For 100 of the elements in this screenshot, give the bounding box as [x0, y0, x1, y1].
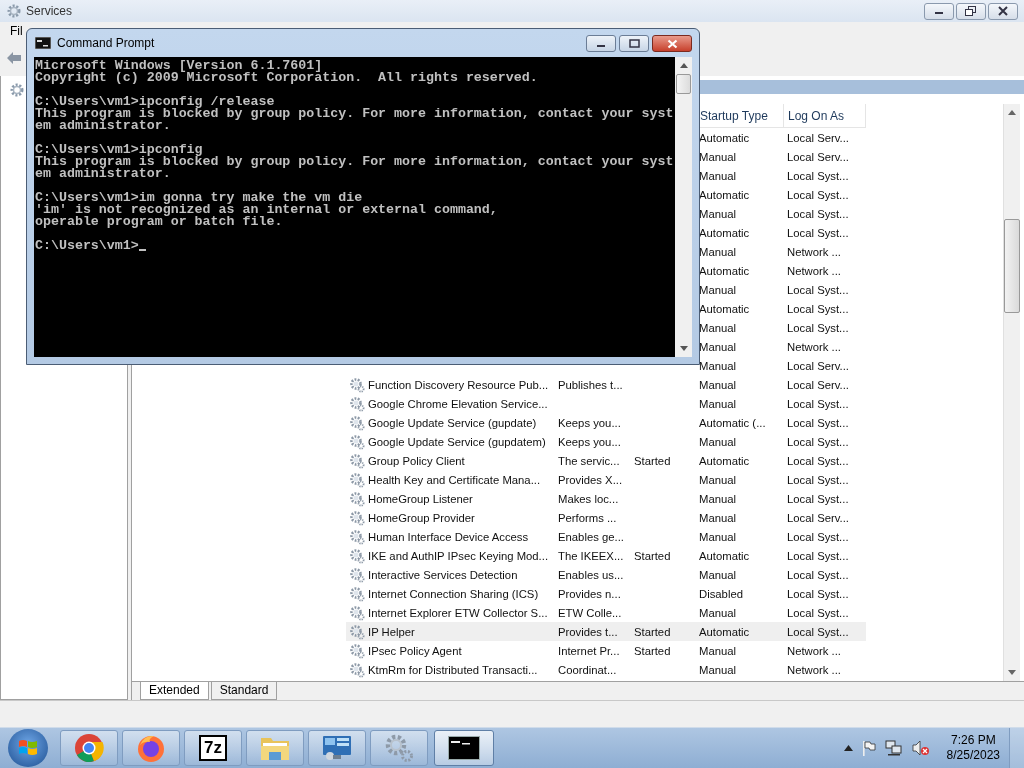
network-icon[interactable]: [884, 740, 903, 756]
service-description: Performs ...: [558, 511, 617, 524]
scroll-thumb[interactable]: [676, 74, 691, 94]
service-description: Provides X...: [558, 473, 623, 486]
view-tab[interactable]: Standard: [210, 682, 278, 701]
log-on-as: Local Syst...: [787, 587, 849, 600]
log-on-as: Network ...: [787, 663, 841, 676]
maximize-button[interactable]: [619, 35, 649, 52]
service-name: Google Update Service (gupdate): [368, 416, 537, 429]
console-line: C:\Users\vm1>: [35, 240, 139, 252]
log-on-as: Local Syst...: [787, 207, 849, 220]
log-on-as: Local Syst...: [787, 188, 849, 201]
console-line: 'im' is not recognized as an internal or external command,: [35, 204, 498, 216]
log-on-as: Local Syst...: [787, 321, 849, 334]
text-cursor: [138, 249, 146, 251]
service-description: The servic...: [558, 454, 620, 467]
log-on-as: Local Serv...: [787, 359, 849, 372]
startup-type: Manual: [699, 606, 737, 619]
volume-muted-icon[interactable]: [911, 740, 930, 756]
log-on-as: Local Syst...: [787, 416, 849, 429]
gear-icon: [349, 604, 365, 621]
start-button[interactable]: [8, 729, 48, 767]
scroll-down-icon[interactable]: [679, 346, 688, 351]
service-name: Internet Connection Sharing (ICS): [368, 587, 539, 600]
clock-time: 7:26 PM: [950, 733, 996, 748]
console-line: operable program or batch file.: [35, 216, 283, 228]
scroll-down-icon[interactable]: [1008, 670, 1016, 676]
service-status: Started: [634, 644, 671, 657]
service-row[interactable]: Internet Explorer ETW Collector S... ETW Colle... Manual Local Syst...: [346, 603, 866, 622]
scrollbar[interactable]: [675, 57, 692, 357]
service-row[interactable]: HomeGroup Provider Performs ... Manual Local Serv...: [346, 508, 866, 527]
scroll-up-icon[interactable]: [1008, 110, 1016, 115]
service-name: IP Helper: [368, 625, 415, 638]
service-row[interactable]: Google Update Service (gupdatem) Keeps you... Manual Local Syst...: [346, 432, 866, 451]
startup-type: Manual: [699, 359, 737, 372]
service-row[interactable]: Health Key and Certificate Mana... Provides X... Manual Local Syst...: [346, 470, 866, 489]
startup-type: Automatic: [699, 454, 750, 467]
service-row[interactable]: Google Chrome Elevation Service... Manual Local Syst...: [346, 394, 866, 413]
firefox-icon: [136, 733, 166, 763]
startup-type: Manual: [699, 207, 737, 220]
service-description: The IKEEX...: [558, 549, 624, 562]
service-name: Google Chrome Elevation Service...: [368, 397, 548, 410]
gear-icon: [349, 471, 365, 488]
startup-type: Manual: [699, 378, 737, 391]
minimize-button[interactable]: [924, 2, 954, 20]
service-row[interactable]: Group Policy Client The servic... Started Automatic Local Syst...: [346, 451, 866, 470]
window-title: Command Prompt: [57, 36, 155, 50]
service-name: IKE and AuthIP IPsec Keying Mod...: [368, 549, 549, 562]
service-description: Makes loc...: [558, 492, 619, 505]
view-tab[interactable]: Extended: [140, 682, 209, 701]
clock[interactable]: 7:26 PM 8/25/2023: [946, 733, 1000, 763]
log-on-as: Local Serv...: [787, 511, 849, 524]
console-line: Microsoft Windows [Version 6.1.7601]: [35, 60, 323, 72]
log-on-as: Local Syst...: [787, 283, 849, 296]
menu-item[interactable]: Fil: [10, 24, 23, 38]
column-header[interactable]: Log On As: [784, 104, 866, 127]
gear-icon: [349, 547, 365, 564]
service-row[interactable]: HomeGroup Listener Makes loc... Manual Local Syst...: [346, 489, 866, 508]
service-row[interactable]: IPsec Policy Agent Internet Pr... Started Manual Network ...: [346, 641, 866, 660]
service-row[interactable]: Internet Connection Sharing (ICS) Provides n... Disabled Local Syst...: [346, 584, 866, 603]
startup-type: Automatic: [699, 131, 750, 144]
gear-icon[interactable]: [9, 82, 25, 98]
service-row[interactable]: Human Interface Device Access Enables ge... Manual Local Syst...: [346, 527, 866, 546]
service-row[interactable]: Google Update Service (gupdate) Keeps you... Automatic (... Local Syst...: [346, 413, 866, 432]
scroll-up-icon[interactable]: [679, 63, 688, 68]
archive-app-icon: 7z: [199, 735, 227, 761]
log-on-as: Local Syst...: [787, 435, 849, 448]
service-row[interactable]: Interactive Services Detection Enables us... Manual Local Syst...: [346, 565, 866, 584]
scroll-thumb[interactable]: [1004, 219, 1020, 313]
service-status: Started: [634, 454, 671, 467]
service-description: Publishes t...: [558, 378, 623, 391]
log-on-as: Local Syst...: [787, 397, 849, 410]
service-name: Internet Explorer ETW Collector S...: [368, 606, 548, 619]
startup-type: Manual: [699, 321, 737, 334]
close-button[interactable]: [652, 35, 692, 52]
service-row[interactable]: IKE and AuthIP IPsec Keying Mod... The IKEEX... Started Automatic Local Syst...: [346, 546, 866, 565]
minimize-button[interactable]: [586, 35, 616, 52]
service-description: Keeps you...: [558, 416, 621, 429]
taskbar-button[interactable]: [434, 730, 494, 766]
startup-type: Disabled: [699, 587, 743, 600]
close-button[interactable]: [988, 2, 1018, 20]
show-hidden-icons-icon[interactable]: [843, 745, 853, 751]
service-row[interactable]: Function Discovery Resource Pub... Publishes t... Manual Local Serv...: [346, 375, 866, 394]
log-on-as: Local Serv...: [787, 131, 849, 144]
startup-type: Manual: [699, 397, 737, 410]
service-row[interactable]: KtmRm for Distributed Transacti... Coordinat... Manual Network ...: [346, 660, 866, 679]
service-description: Provides t...: [558, 625, 618, 638]
restore-button[interactable]: [956, 2, 986, 20]
gear-icon: [349, 452, 365, 469]
startup-type: Manual: [699, 473, 737, 486]
service-description: Provides n...: [558, 587, 621, 600]
taskbar-button[interactable]: 7z: [184, 730, 242, 766]
startup-type: Automatic (...: [699, 416, 766, 429]
service-status: Started: [634, 549, 671, 562]
log-on-as: Network ...: [787, 245, 841, 258]
scrollbar[interactable]: [1003, 104, 1020, 682]
service-row[interactable]: IP Helper Provides t... Started Automatic Local Syst...: [346, 622, 866, 641]
flag-icon[interactable]: [861, 740, 876, 756]
startup-type: Automatic: [699, 302, 750, 315]
log-on-as: Local Syst...: [787, 169, 849, 182]
